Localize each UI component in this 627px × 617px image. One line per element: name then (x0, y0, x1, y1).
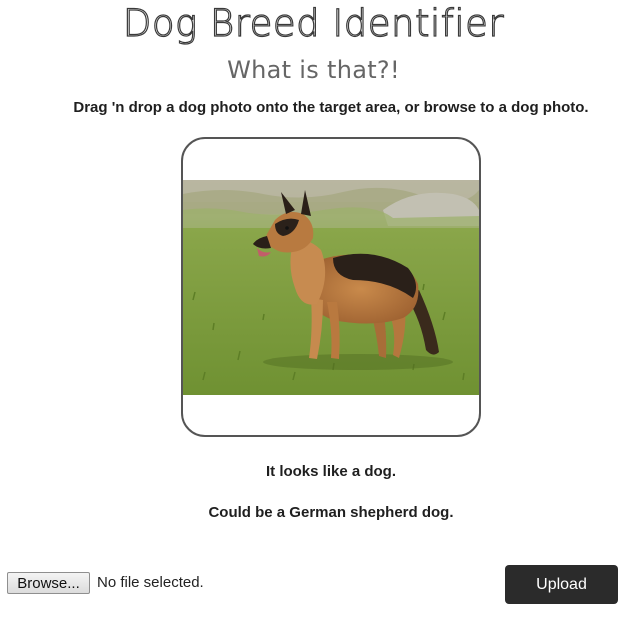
breed-prediction-text: Could be a German shepherd dog. (208, 504, 454, 521)
result-text: It looks like a dog. (265, 463, 397, 480)
browse-button[interactable]: Browse... (7, 572, 90, 594)
instructions-text: Drag 'n drop a dog photo onto the target… (73, 99, 589, 116)
drop-target-area[interactable] (181, 137, 481, 437)
dog-photo (183, 180, 479, 395)
upload-button[interactable]: Upload (505, 565, 618, 604)
page-subtitle: What is that?! (227, 56, 400, 84)
file-status-label: No file selected. (97, 574, 204, 591)
page-title: Dog Breed Identifier (122, 1, 505, 45)
